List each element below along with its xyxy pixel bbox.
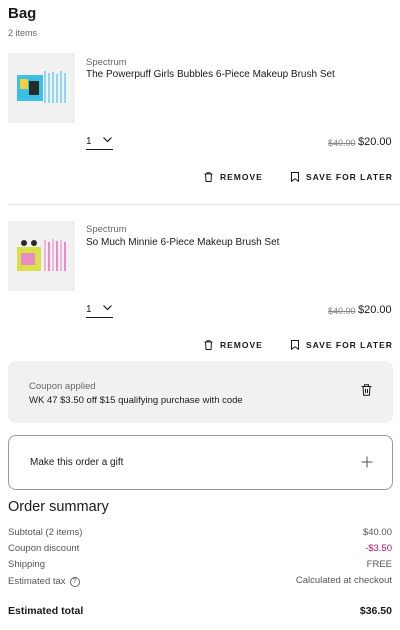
subtotal-label: Subtotal (2 items) (8, 527, 82, 538)
coupon-label: Coupon applied (29, 381, 96, 392)
coupon-description: WK 47 $3.50 off $15 qualifying purchase … (29, 395, 243, 406)
estimated-tax-label-text: Estimated tax (8, 576, 66, 587)
chevron-down-icon (103, 137, 112, 143)
quantity-value: 1 (86, 136, 92, 147)
sale-price: $20.00 (358, 136, 392, 148)
product-brand: Spectrum (86, 224, 127, 235)
coupon-discount-value: -$3.50 (365, 543, 392, 554)
remove-coupon-trash-icon[interactable] (361, 384, 372, 396)
product-name[interactable]: So Much Minnie 6-Piece Makeup Brush Set (86, 237, 279, 248)
subtotal-label-text: Subtotal (2 items) (8, 527, 83, 538)
item-divider (8, 204, 400, 205)
shipping-label-text: Shipping (8, 559, 45, 570)
quantity-value: 1 (86, 304, 92, 315)
remove-label: REMOVE (220, 340, 263, 350)
chevron-down-icon (103, 305, 112, 311)
remove-button[interactable]: REMOVE (204, 340, 263, 350)
trash-icon (204, 340, 213, 350)
plus-icon (361, 456, 373, 468)
quantity-select[interactable]: 1 (86, 304, 113, 318)
trash-icon (204, 172, 213, 182)
bookmark-icon (291, 172, 299, 182)
gift-order-toggle[interactable]: Make this order a gift (8, 435, 393, 490)
save-for-later-label: SAVE FOR LATER (306, 172, 393, 182)
bag-title: Bag (8, 5, 37, 22)
coupon-discount-label-text: Coupon discount (8, 543, 80, 554)
brush-set-image (17, 71, 66, 103)
remove-label: REMOVE (220, 172, 263, 182)
bag-item-count: 2 items (8, 28, 38, 38)
shipping-label: Shipping (8, 559, 45, 570)
estimated-total-value: $36.50 (359, 605, 392, 617)
save-for-later-button[interactable]: SAVE FOR LATER (291, 340, 393, 350)
brush-set-image (17, 239, 66, 271)
save-for-later-button[interactable]: SAVE FOR LATER (291, 172, 393, 182)
estimated-tax-label: Estimated tax ? (8, 576, 80, 587)
bookmark-icon (291, 340, 299, 350)
coupon-applied-panel: Coupon applied WK 47 $3.50 off $15 quali… (8, 361, 393, 423)
original-price: $40.00 (328, 306, 356, 316)
order-summary-title: Order summary (8, 499, 109, 515)
product-name[interactable]: The Powerpuff Girls Bubbles 6-Piece Make… (86, 69, 335, 80)
save-for-later-label: SAVE FOR LATER (306, 340, 393, 350)
estimated-total-label: Estimated total (8, 605, 84, 617)
subtotal-value: $40.00 (362, 527, 392, 538)
product-thumbnail[interactable] (8, 221, 75, 291)
coupon-discount-label: Coupon discount (8, 543, 79, 554)
sale-price: $20.00 (358, 304, 392, 316)
product-brand: Spectrum (86, 57, 127, 68)
original-price: $40.00 (328, 138, 356, 148)
remove-button[interactable]: REMOVE (204, 172, 263, 182)
product-thumbnail[interactable] (8, 53, 75, 123)
gift-label: Make this order a gift (30, 457, 124, 468)
shipping-value: FREE (366, 559, 392, 570)
estimated-tax-value: Calculated at checkout (295, 575, 392, 586)
help-icon[interactable]: ? (69, 576, 80, 587)
quantity-select[interactable]: 1 (86, 136, 113, 150)
